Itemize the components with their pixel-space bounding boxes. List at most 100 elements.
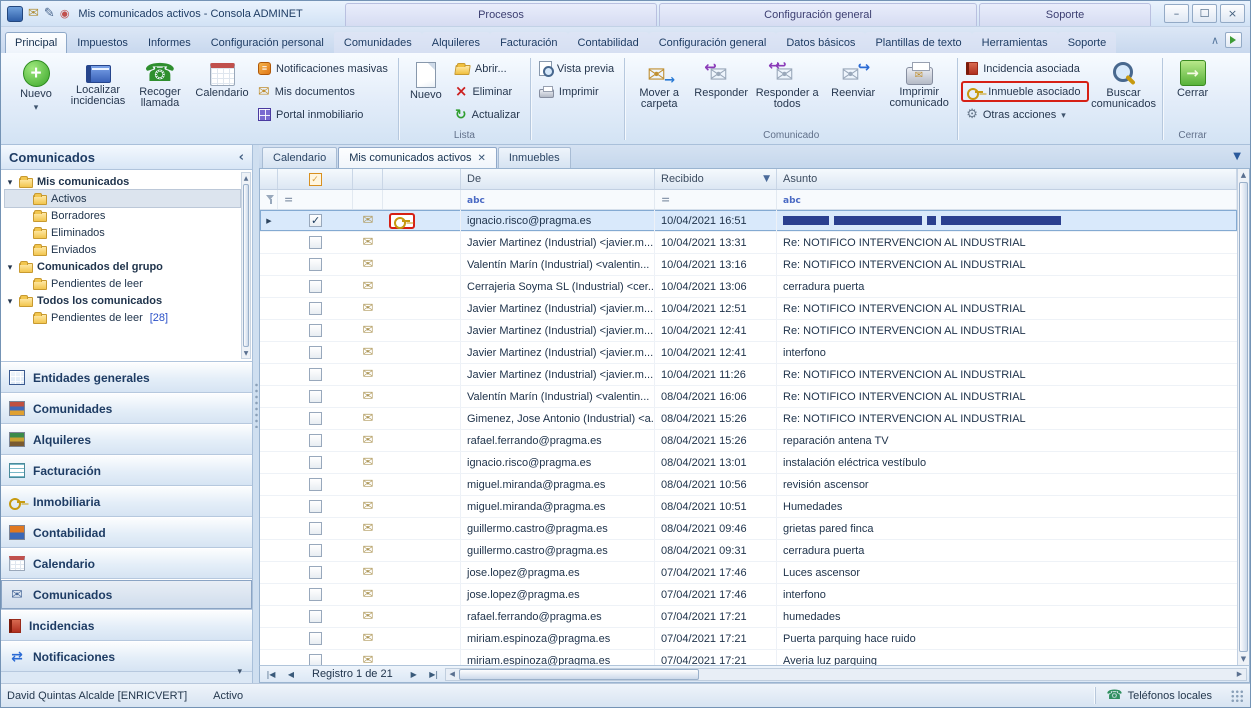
next-record-button[interactable]: ▶ [405,667,423,681]
tab-contabilidad[interactable]: Contabilidad [568,32,649,53]
prev-record-button[interactable]: ◀ [282,667,300,681]
scrollbar-thumb[interactable] [459,669,699,680]
scroll-up-icon[interactable]: ▲ [1238,169,1249,181]
grid-vertical-scrollbar[interactable]: ▲ ▼ [1237,169,1249,665]
table-row[interactable]: Javier Martinez (Industrial) <javier.m..… [260,232,1237,254]
nav-overflow-button[interactable] [237,665,242,677]
row-checkbox[interactable] [309,236,322,249]
tab-comunidades[interactable]: Comunidades [334,32,422,53]
scrollbar-thumb[interactable] [243,184,249,347]
tab-principal[interactable]: Principal [5,32,67,53]
sidebar-item-contabilidad[interactable]: Contabilidad [1,517,252,548]
table-row[interactable]: rafael.ferrando@pragma.es 07/04/2021 17:… [260,606,1237,628]
tree-item-todos-los-comunicados[interactable]: Todos los comunicados [5,292,240,309]
tree-item-eliminados[interactable]: Eliminados [5,224,240,241]
row-checkbox[interactable] [309,478,322,491]
tab-impuestos[interactable]: Impuestos [67,32,138,53]
imprimir-button[interactable]: Imprimir [534,81,621,102]
table-row[interactable]: Gimenez, Jose Antonio (Industrial) <a...… [260,408,1237,430]
edit-icon[interactable]: ✎ [44,7,55,20]
scroll-right-icon[interactable]: ▶ [1233,669,1246,680]
mover-a-carpeta-button[interactable]: Mover a carpeta [628,56,690,112]
otras-acciones-button[interactable]: Otras acciones [961,104,1088,125]
tab-alquileres[interactable]: Alquileres [422,32,490,53]
tab-datos-basicos[interactable]: Datos básicos [776,32,865,53]
filter-asunto-cell[interactable] [777,190,1237,209]
tree-item-activos[interactable]: Activos [5,190,240,207]
inmueble-asociado-button[interactable]: Inmueble asociado [961,81,1088,102]
row-checkbox[interactable] [309,588,322,601]
table-row[interactable]: guillermo.castro@pragma.es 08/04/2021 09… [260,540,1237,562]
ribbon-options-icon[interactable] [1225,32,1242,48]
nuevo-comunicado-button[interactable]: Nuevo [402,56,450,103]
responder-button[interactable]: Responder [690,56,752,101]
collapse-ribbon-icon[interactable]: ∧ [1211,34,1219,47]
header-recibido[interactable]: Recibido ▼ [655,169,777,189]
new-mail-icon[interactable]: ✉ [28,7,39,20]
header-de[interactable]: De [461,169,655,189]
table-row[interactable]: ignacio.risco@pragma.es 10/04/2021 16:51 [260,210,1237,232]
collapse-sidebar-button[interactable]: ‹ [239,150,244,165]
scroll-down-icon[interactable]: ▼ [1238,653,1249,665]
restore-button[interactable]: ☐ [1192,4,1217,23]
sidebar-item-incidencias[interactable]: Incidencias [1,610,252,641]
table-row[interactable]: jose.lopez@pragma.es 07/04/2021 17:46 Lu… [260,562,1237,584]
filter-key-cell[interactable] [383,190,461,209]
tab-list-dropdown-icon[interactable]: ▼ [1233,151,1241,162]
row-checkbox[interactable] [309,412,322,425]
row-checkbox[interactable] [309,368,322,381]
localizar-incidencias-button[interactable]: Localizar incidencias [67,56,129,109]
sidebar-item-calendario[interactable]: Calendario [1,548,252,579]
row-checkbox[interactable] [309,214,322,227]
table-row[interactable]: jose.lopez@pragma.es 07/04/2021 17:46 in… [260,584,1237,606]
row-checkbox[interactable] [309,456,322,469]
row-checkbox[interactable] [309,346,322,359]
filter-de-cell[interactable] [461,190,655,209]
local-phones-button[interactable]: Teléfonos locales [1095,687,1222,704]
cerrar-button[interactable]: Cerrar [1166,56,1220,101]
header-key-column[interactable] [383,169,461,189]
portal-inmobiliario-button[interactable]: Portal inmobiliario [253,104,395,125]
grid-horizontal-scrollbar[interactable]: ◀ ▶ [445,668,1247,681]
table-row[interactable]: miguel.miranda@pragma.es 08/04/2021 10:5… [260,474,1237,496]
tree-item-pendientes-de-leer-todos[interactable]: Pendientes de leer [28] [5,309,240,326]
header-message-icon-column[interactable] [353,169,383,189]
expander-icon[interactable] [5,261,15,273]
imprimir-comunicado-button[interactable]: Imprimir comunicado [884,56,954,111]
header-checkbox-column[interactable] [278,169,353,189]
row-checkbox[interactable] [309,258,322,271]
close-button[interactable]: × [1220,4,1245,23]
table-row[interactable]: Javier Martinez (Industrial) <javier.m..… [260,320,1237,342]
buscar-comunicados-button[interactable]: Buscar comunicados [1089,56,1159,112]
reenviar-button[interactable]: Reenviar [822,56,884,101]
tree-item-enviados[interactable]: Enviados [5,241,240,258]
sidebar-item-entidades-generales[interactable]: Entidades generales [1,362,252,393]
table-row[interactable]: Cerrajeria Soyma SL (Industrial) <cer...… [260,276,1237,298]
responder-a-todos-button[interactable]: Responder a todos [752,56,822,112]
row-checkbox[interactable] [309,500,322,513]
row-checkbox[interactable] [309,324,322,337]
calendario-button[interactable]: Calendario [191,56,253,101]
row-checkbox[interactable] [309,610,322,623]
tree-item-comunicados-del-grupo[interactable]: Comunicados del grupo [5,258,240,275]
tree-scrollbar[interactable]: ▲ ▼ [241,172,251,359]
tree-item-borradores[interactable]: Borradores [5,207,240,224]
nuevo-button[interactable]: Nuevo [5,56,67,115]
table-row[interactable]: ignacio.risco@pragma.es 08/04/2021 13:01… [260,452,1237,474]
sidebar-item-comunidades[interactable]: Comunidades [1,393,252,424]
recoger-llamada-button[interactable]: Recoger llamada [129,56,191,111]
tab-soporte[interactable]: Soporte [1058,32,1117,53]
table-row[interactable]: guillermo.castro@pragma.es 08/04/2021 09… [260,518,1237,540]
incidencia-asociada-button[interactable]: Incidencia asociada [961,58,1088,79]
sidebar-item-comunicados[interactable]: Comunicados [1,579,252,610]
filter-checkbox-cell[interactable] [278,190,353,209]
vista-previa-button[interactable]: Vista previa [534,58,621,79]
table-row[interactable]: miriam.espinoza@pragma.es 07/04/2021 17:… [260,628,1237,650]
scroll-down-icon[interactable]: ▼ [242,348,250,358]
eliminar-button[interactable]: Eliminar [450,81,527,102]
minimize-button[interactable]: – [1164,4,1189,23]
tab-herramientas[interactable]: Herramientas [972,32,1058,53]
tab-facturacion[interactable]: Facturación [490,32,567,53]
tab-configuracion-general[interactable]: Configuración general [649,32,777,53]
row-checkbox[interactable] [309,390,322,403]
